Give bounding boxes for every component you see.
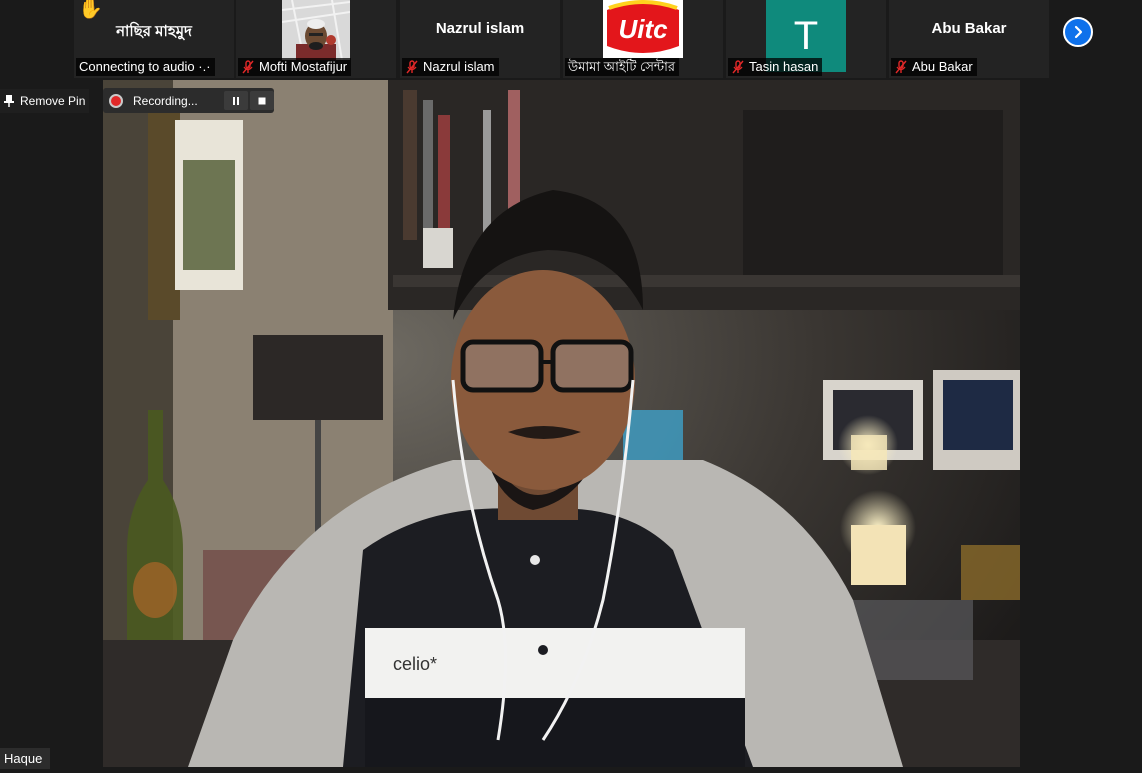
speaker-name: Haque [4, 751, 43, 766]
participant-tile-umama[interactable]: Uitc উমামা আইটি সেন্টার [563, 0, 723, 78]
participant-tile-nasir[interactable]: ✋ নাছির মাহমুদ Connecting to audio ·.· [74, 0, 234, 78]
participant-label: Nazrul islam [402, 58, 499, 76]
stop-recording-button[interactable] [250, 91, 274, 110]
participant-video-thumbnail [282, 0, 350, 60]
recording-status-text: Recording... [133, 93, 198, 108]
main-video: celio* [103, 80, 1020, 767]
participant-name-text: Abu Bakar [912, 59, 973, 74]
svg-text:Uitc: Uitc [618, 14, 668, 44]
recording-indicator: Recording... [103, 88, 274, 113]
participant-strip: ✋ নাছির মাহমুদ Connecting to audio ·.· M… [0, 0, 1142, 80]
participant-tile-mofti[interactable]: Mofti Mostafijur [236, 0, 396, 78]
mic-muted-icon [242, 60, 254, 74]
mic-muted-icon [732, 60, 744, 74]
pause-icon [233, 96, 239, 105]
participant-name-text: উমামা আইটি সেন্টার [568, 59, 676, 74]
participant-tile-nazrul[interactable]: Nazrul islam Nazrul islam [400, 0, 560, 78]
remove-pin-label: Remove Pin [20, 94, 86, 108]
participant-tile-abu-bakar[interactable]: Abu Bakar Abu Bakar [889, 0, 1049, 78]
raised-hand-icon: ✋ [78, 0, 103, 20]
stop-icon [258, 97, 266, 104]
participant-name: Abu Bakar [931, 20, 1007, 37]
speaker-name-badge: Haque [0, 748, 50, 769]
avatar-letter: T [793, 13, 819, 58]
participant-name-text: Mofti Mostafijur [259, 59, 348, 74]
pin-icon [4, 95, 14, 107]
participant-label: Tasin hasan [728, 58, 823, 76]
pause-recording-button[interactable] [224, 91, 248, 110]
participant-label: উমামা আইটি সেন্টার [565, 58, 680, 76]
shirt-logo-text: celio* [393, 654, 437, 674]
participant-tile-tasin[interactable]: T Tasin hasan [726, 0, 886, 78]
speaker-video-frame: celio* [103, 80, 1020, 767]
participant-label: Mofti Mostafijur [238, 58, 352, 76]
uitc-logo: Uitc [603, 0, 683, 58]
participant-name-text: Nazrul islam [423, 59, 495, 74]
remove-pin-button[interactable]: Remove Pin [0, 89, 89, 113]
participant-name: Nazrul islam [435, 20, 525, 37]
next-page-button[interactable] [1063, 17, 1093, 47]
participant-name-text: Tasin hasan [749, 59, 819, 74]
recording-dot-icon [109, 93, 123, 108]
participant-name: নাছির মাহমুদ [116, 23, 192, 40]
mic-muted-icon [895, 60, 907, 74]
participant-label: Abu Bakar [891, 58, 977, 76]
mic-muted-icon [406, 60, 418, 74]
chevron-right-icon [1074, 25, 1083, 39]
participant-status-text: Connecting to audio ·.· [79, 59, 211, 74]
participant-label: Connecting to audio ·.· [76, 58, 215, 76]
